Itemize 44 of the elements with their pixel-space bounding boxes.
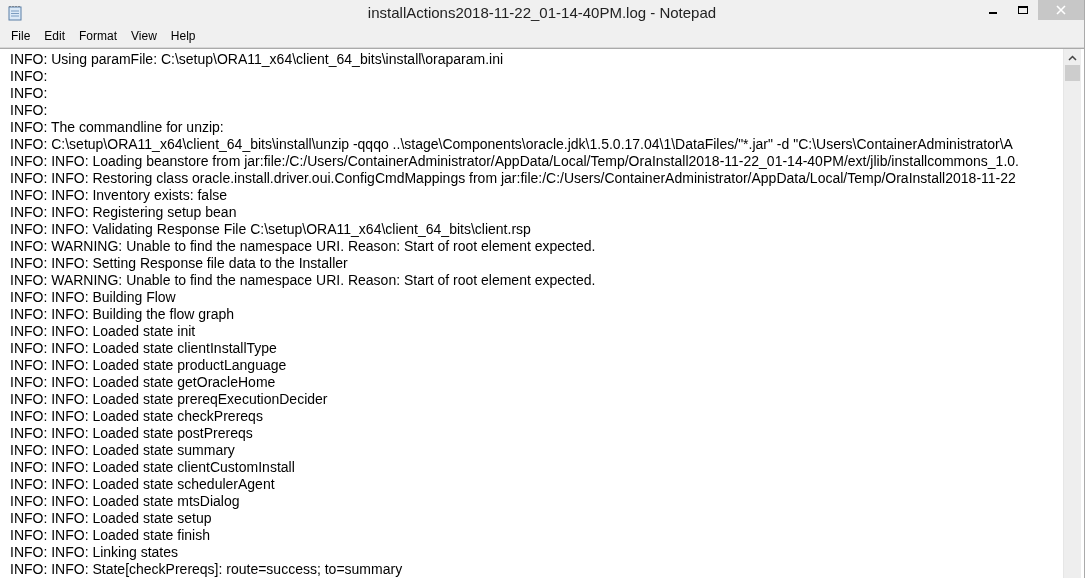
log-line: INFO: INFO: Loaded state checkPrereqs [10,408,264,425]
log-line: INFO: INFO: Loaded state mtsDialog [10,493,241,510]
log-line: INFO: INFO: Building the flow graph [10,306,236,323]
log-line: INFO: WARNING: Unable to find the namespace URI. Reason: Start of root element expected. [10,272,597,289]
log-line: INFO: INFO: Loaded state getOracleHome [10,374,277,391]
log-line: INFO: INFO: Loaded state setup [10,510,213,527]
log-line: INFO: INFO: Loaded state init [10,323,197,340]
log-line: INFO: INFO: Loaded state schedulerAgent [10,476,276,493]
log-line: INFO: INFO: Loaded state clientInstallType [10,340,278,357]
log-line: INFO: INFO: Restoring class oracle.install.driver.oui.ConfigCmdMappings from jar:file:/C:/Users/ContainerAdministrator/AppData/Local/Temp/OraInstall2018-11-22 [10,170,1017,187]
log-line: INFO: INFO: Setting Response file data to the Installer [10,255,349,272]
menu-item[interactable]: Format [72,29,125,43]
menu-item[interactable]: View [124,29,164,43]
log-line: INFO: The commandline for unzip: [10,119,225,136]
log-line: INFO: INFO: Linking states [10,544,180,561]
maximize-icon [1017,5,1029,15]
log-line: INFO: Using paramFile: C:\setup\ORA11_x64\client_64_bits\install\oraparam.ini [10,51,505,68]
log-line: INFO: C:\setup\ORA11_x64\client_64_bits\install\unzip -qqqo ..\stage\Components\oracle.jdk\1.5.0.17.04\1\DataFiles/"*.jar" -d "C:\Users\ContainerAdministrator\A [10,136,1014,153]
log-line: INFO: INFO: State[checkPrereqs]: route=success; to=summary [10,561,404,578]
log-line: INFO: INFO: Inventory exists: false [10,187,229,204]
log-line: INFO: INFO: Loading beanstore from jar:file:/C:/Users/ContainerAdministrator/AppData/Local/Temp/OraInstall2018-11-22_01-14-40PM/ext/jlib/installcommons_1.0. [10,153,1020,170]
log-line: INFO: INFO: Loaded state postPrereqs [10,425,254,442]
log-line: INFO: WARNING: Unable to find the namespace URI. Reason: Start of root element expected. [10,238,597,255]
notepad-icon [7,4,23,21]
menu-item[interactable]: Edit [37,29,73,43]
window-title: installActions2018-11-22_01-14-40PM.log - Notepad [367,4,717,21]
log-line: INFO: INFO: Loaded state prereqExecutionDecider [10,391,329,408]
log-line: INFO: INFO: Registering setup bean [10,204,238,221]
log-line: INFO: [10,85,49,102]
log-line: INFO: [10,102,49,119]
scroll-thumb[interactable] [1065,65,1080,81]
log-line: INFO: INFO: Loaded state summary [10,442,236,459]
minimize-icon [989,12,997,14]
menu-item[interactable]: Help [163,29,203,43]
log-line: INFO: INFO: Validating Response File C:\setup\ORA11_x64\client_64_bits\client.rsp [10,221,532,238]
scroll-up-icon[interactable] [1068,55,1077,61]
log-line: INFO: INFO: Loaded state productLanguage [10,357,288,374]
close-icon [1055,5,1067,15]
log-line: INFO: INFO: Building Flow [10,289,177,306]
log-line: INFO: INFO: Loaded state clientCustomInstall [10,459,296,476]
log-line: INFO: INFO: Loaded state finish [10,527,211,544]
vertical-scrollbar[interactable] [1063,49,1081,578]
menu-item[interactable]: File [4,29,38,43]
log-line: INFO: [10,68,49,85]
